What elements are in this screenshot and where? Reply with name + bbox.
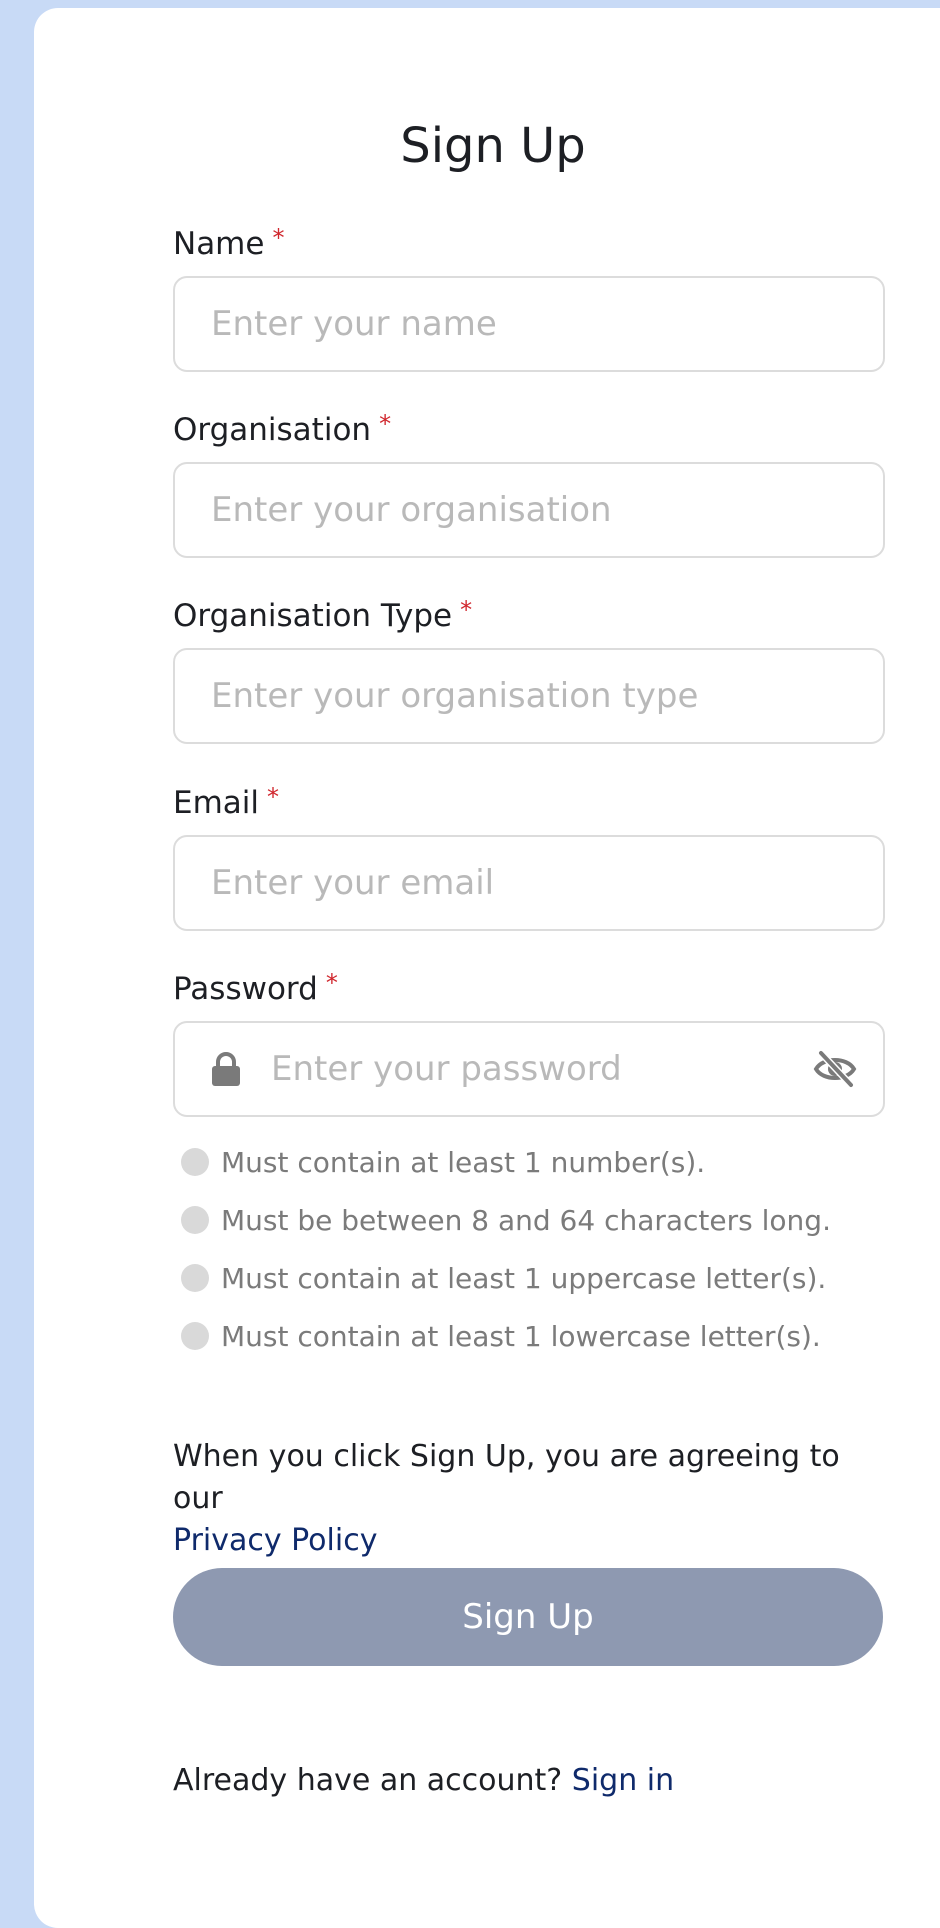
rule-status-indicator <box>181 1322 209 1350</box>
organisation-field-group: Organisation * <box>173 410 885 558</box>
sign-up-button[interactable]: Sign Up <box>173 1568 883 1666</box>
password-rule-text: Must contain at least 1 number(s). <box>221 1145 706 1179</box>
name-label: Name * <box>173 224 883 268</box>
agreement-notice: When you click Sign Up, you are agreeing… <box>173 1436 893 1562</box>
organisation-type-label-text: Organisation Type <box>173 598 453 634</box>
required-marker: * <box>460 596 473 624</box>
sign-in-link[interactable]: Sign in <box>572 1763 674 1798</box>
name-label-text: Name <box>173 226 265 262</box>
password-rule-text: Must contain at least 1 uppercase letter… <box>221 1261 827 1295</box>
password-rule-item: Must contain at least 1 uppercase letter… <box>181 1249 901 1307</box>
signin-prompt: Already have an account? Sign in <box>173 1760 674 1802</box>
signin-prompt-text: Already have an account? <box>173 1763 563 1798</box>
password-input-box <box>173 1021 885 1117</box>
lock-icon <box>212 1052 240 1086</box>
organisation-type-input-box <box>173 648 885 744</box>
eye-slash-icon[interactable] <box>813 1049 857 1089</box>
email-label: Email * <box>173 783 883 827</box>
organisation-input-box <box>173 462 885 558</box>
rule-status-indicator <box>181 1148 209 1176</box>
agreement-text: When you click Sign Up, you are agreeing… <box>173 1439 840 1516</box>
password-rules-list: Must contain at least 1 number(s). Must … <box>181 1133 901 1365</box>
password-label: Password * <box>173 969 883 1013</box>
organisation-type-label: Organisation Type * <box>173 596 883 640</box>
email-input[interactable] <box>211 837 851 929</box>
organisation-input[interactable] <box>211 464 851 556</box>
required-marker: * <box>325 969 338 997</box>
required-marker: * <box>272 224 285 252</box>
organisation-label: Organisation * <box>173 410 883 454</box>
privacy-policy-link[interactable]: Privacy Policy <box>173 1523 377 1558</box>
password-rule-item: Must contain at least 1 lowercase letter… <box>181 1307 901 1365</box>
name-input[interactable] <box>211 278 851 370</box>
email-input-box <box>173 835 885 931</box>
required-marker: * <box>267 783 280 811</box>
signup-card: Sign Up Name* Organisation* Organisation… <box>34 8 940 1928</box>
email-field-group: Email * <box>173 783 885 931</box>
required-marker: * <box>379 410 392 438</box>
password-rule-text: Must contain at least 1 lowercase letter… <box>221 1319 821 1353</box>
rule-status-indicator <box>181 1206 209 1234</box>
page-title: Sign Up <box>400 118 586 174</box>
name-field-group: Name * <box>173 224 885 372</box>
email-label-text: Email <box>173 785 260 821</box>
organisation-label-text: Organisation <box>173 412 372 448</box>
organisation-type-field-group: Organisation Type * <box>173 596 885 744</box>
organisation-type-input[interactable] <box>211 650 851 742</box>
password-label-text: Password <box>173 971 318 1007</box>
password-rule-item: Must be between 8 and 64 characters long… <box>181 1191 901 1249</box>
password-input[interactable] <box>271 1023 791 1115</box>
name-input-box <box>173 276 885 372</box>
password-field-group: Password * <box>173 969 885 1117</box>
rule-status-indicator <box>181 1264 209 1292</box>
password-rule-text: Must be between 8 and 64 characters long… <box>221 1203 831 1237</box>
password-rule-item: Must contain at least 1 number(s). <box>181 1133 901 1191</box>
